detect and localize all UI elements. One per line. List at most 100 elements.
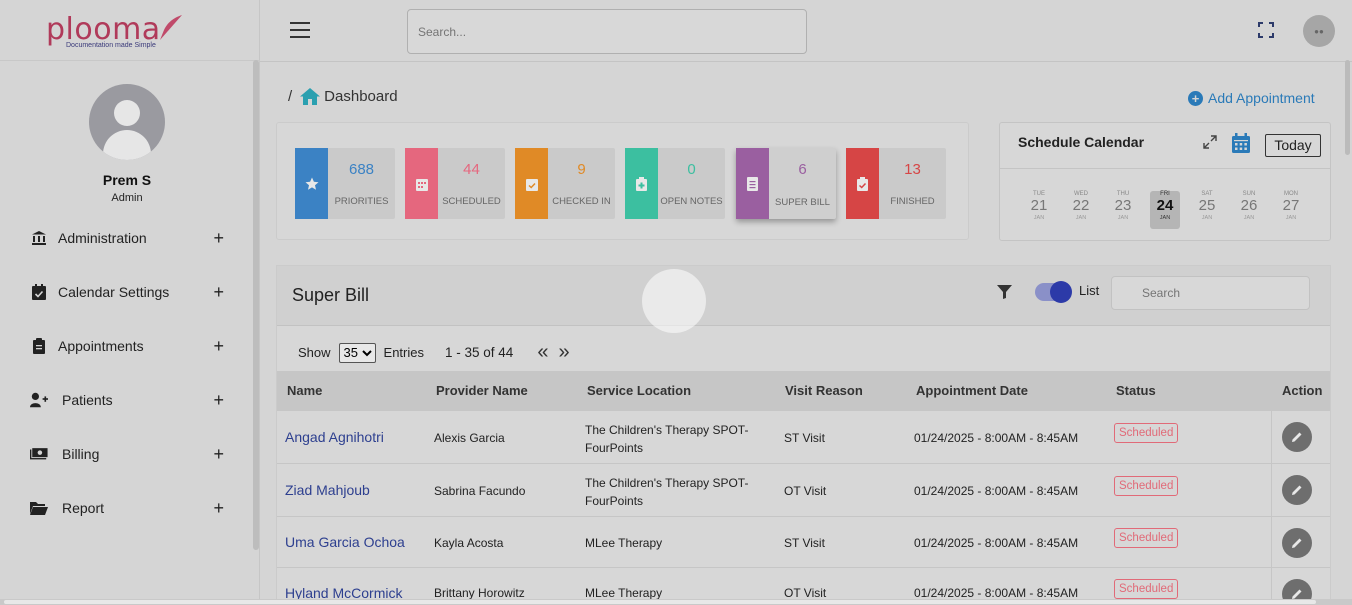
status-badge: Scheduled xyxy=(1114,528,1179,548)
expand-plus-icon[interactable]: + xyxy=(213,282,224,303)
stat-finished[interactable]: 13 FINISHED xyxy=(846,148,946,219)
stat-value: 6 xyxy=(798,161,807,178)
expand-plus-icon[interactable]: + xyxy=(213,390,224,411)
sidebar-item-label: Calendar Settings xyxy=(58,284,170,300)
sidebar-item-label: Billing xyxy=(62,446,100,462)
folder-open-icon xyxy=(30,499,48,517)
expand-plus-icon[interactable]: + xyxy=(213,336,224,357)
patient-name-link[interactable]: Angad Agnihotri xyxy=(285,429,384,445)
calendar-icon[interactable] xyxy=(1232,133,1250,153)
stat-label: PRIORITIES xyxy=(334,196,389,207)
edit-button[interactable] xyxy=(1282,475,1312,505)
document-icon xyxy=(736,148,769,219)
calendar-icon xyxy=(405,148,438,219)
breadcrumb-dashboard[interactable]: Dashboard xyxy=(324,88,397,105)
schedule-calendar-card: Schedule Calendar Today TUE 21 JAN WED 22 JA… xyxy=(999,122,1331,241)
calendar-day[interactable]: WED 22 JAN xyxy=(1066,191,1096,229)
column-header[interactable]: Name xyxy=(287,383,322,398)
day-month: JAN xyxy=(1117,215,1129,221)
table-row: Ziad Mahjoub Sabrina Facundo The Childre… xyxy=(277,464,1330,517)
profile-avatar[interactable]: ●● xyxy=(1303,15,1335,47)
next-page-icon[interactable]: » xyxy=(558,341,569,364)
breadcrumb-separator: / xyxy=(288,88,293,105)
column-header[interactable]: Appointment Date xyxy=(916,383,1028,398)
entries-label: Entries xyxy=(383,345,424,360)
sidebar-item-billing[interactable]: Billing + xyxy=(30,442,230,466)
page-scrollbar[interactable] xyxy=(1345,60,1350,155)
sidebar-item-appointments[interactable]: Appointments + xyxy=(30,334,230,358)
expand-plus-icon[interactable]: + xyxy=(213,498,224,519)
column-header[interactable]: Visit Reason xyxy=(785,383,863,398)
calendar-day[interactable]: MON 27 JAN xyxy=(1276,191,1306,229)
status-badge: Scheduled xyxy=(1114,423,1179,443)
fullscreen-icon[interactable] xyxy=(1258,22,1274,38)
stat-label: OPEN NOTES xyxy=(660,196,723,207)
calendar-day-selected[interactable]: FRI 24 JAN xyxy=(1150,191,1180,229)
edit-button[interactable] xyxy=(1282,528,1312,558)
visit-reason: OT Visit xyxy=(784,586,827,600)
stat-scheduled[interactable]: 44 SCHEDULED xyxy=(405,148,505,219)
plooma-logo[interactable]: plooma Documentation made Simple xyxy=(44,10,194,56)
sidebar-item-label: Appointments xyxy=(58,338,144,354)
list-toggle[interactable] xyxy=(1035,281,1072,303)
day-number: 22 xyxy=(1072,197,1090,214)
horizontal-scrollbar[interactable] xyxy=(0,599,1352,605)
home-icon[interactable] xyxy=(300,88,321,105)
entries-select[interactable]: 35 xyxy=(338,342,376,363)
sidebar-item-calendar-settings[interactable]: Calendar Settings + xyxy=(30,280,230,304)
calendar-day[interactable]: SUN 26 JAN xyxy=(1234,191,1264,229)
day-number: 27 xyxy=(1282,197,1300,214)
calendar-day[interactable]: TUE 21 JAN xyxy=(1024,191,1054,229)
expand-icon[interactable] xyxy=(1203,135,1217,149)
sidebar-item-label: Report xyxy=(62,500,105,516)
pagination-bar: Show 35 Entries 1 - 35 of 44 « » xyxy=(298,341,570,364)
stat-label: FINISHED xyxy=(890,196,935,207)
day-number: 26 xyxy=(1240,197,1258,214)
stat-checked-in[interactable]: 9 CHECKED IN xyxy=(515,148,615,219)
hamburger-menu-icon[interactable] xyxy=(290,22,310,38)
stat-super-bill[interactable]: 6 SUPER BILL xyxy=(736,148,836,219)
provider-name: Alexis Garcia xyxy=(434,431,505,445)
table-row: Angad Agnihotri Alexis Garcia The Childr… xyxy=(277,411,1330,464)
visit-reason: OT Visit xyxy=(784,484,827,498)
filter-icon[interactable] xyxy=(997,285,1012,299)
add-appointment-button[interactable]: + Add Appointment xyxy=(1188,90,1315,106)
money-bill-icon xyxy=(30,445,48,463)
column-header[interactable]: Service Location xyxy=(587,383,691,398)
user-name: Prem S xyxy=(102,172,152,188)
calendar-day[interactable]: SAT 25 JAN xyxy=(1192,191,1222,229)
appointment-date: 01/24/2025 - 8:00AM - 8:45AM xyxy=(914,431,1079,445)
day-month: JAN xyxy=(1159,215,1171,221)
stat-priorities[interactable]: 688 PRIORITIES xyxy=(295,148,395,219)
global-search-input[interactable] xyxy=(407,9,807,54)
stat-open-notes[interactable]: 0 OPEN NOTES xyxy=(625,148,725,219)
patient-name-link[interactable]: Ziad Mahjoub xyxy=(285,482,370,498)
expand-plus-icon[interactable]: + xyxy=(213,444,224,465)
column-header[interactable]: Status xyxy=(1116,383,1156,398)
patient-name-link[interactable]: Uma Garcia Ochoa xyxy=(285,534,405,550)
sidebar-item-label: Administration xyxy=(58,230,147,246)
feather-icon xyxy=(160,15,182,40)
bank-icon xyxy=(30,229,48,247)
appointment-date: 01/24/2025 - 8:00AM - 8:45AM xyxy=(914,536,1079,550)
sidebar-scrollbar[interactable] xyxy=(253,60,259,550)
sidebar-item-patients[interactable]: Patients + xyxy=(30,388,230,412)
visit-reason: ST Visit xyxy=(784,431,825,445)
pencil-icon xyxy=(1292,538,1302,548)
service-location: The Children's Therapy SPOT-FourPoints xyxy=(585,476,749,508)
calendar-day[interactable]: THU 23 JAN xyxy=(1108,191,1138,229)
expand-plus-icon[interactable]: + xyxy=(213,228,224,249)
today-button[interactable]: Today xyxy=(1265,134,1321,157)
day-number: 23 xyxy=(1114,197,1132,214)
stat-label: SCHEDULED xyxy=(442,196,501,207)
provider-name: Brittany Horowitz xyxy=(434,586,525,600)
edit-button[interactable] xyxy=(1282,422,1312,452)
stat-label: CHECKED IN xyxy=(552,196,611,207)
column-header[interactable]: Provider Name xyxy=(436,383,528,398)
table-search-input[interactable] xyxy=(1111,276,1310,310)
sidebar-item-report[interactable]: Report + xyxy=(30,496,230,520)
prev-page-icon[interactable]: « xyxy=(537,341,548,364)
click-indicator xyxy=(642,269,706,333)
stat-value: 44 xyxy=(463,161,480,178)
sidebar-item-administration[interactable]: Administration + xyxy=(30,226,230,250)
